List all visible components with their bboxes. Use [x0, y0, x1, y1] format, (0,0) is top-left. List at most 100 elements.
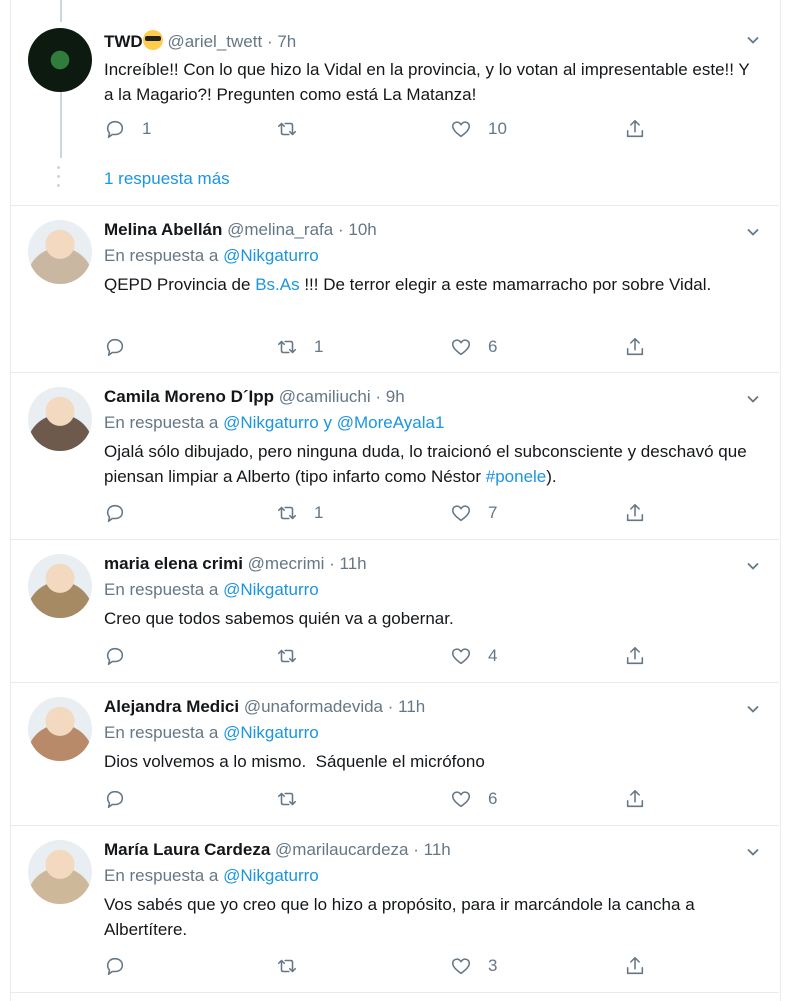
thread-dots: [57, 166, 60, 193]
reply-context: En respuesta a @Nikgaturro y @MoreAyala1: [104, 413, 444, 433]
display-name[interactable]: TWD: [104, 32, 143, 51]
retweet-icon: [277, 792, 297, 806]
reply-context-conjunction: y: [323, 413, 337, 432]
retweet-button[interactable]: 1: [276, 502, 323, 524]
share-button[interactable]: [624, 118, 646, 140]
share-button[interactable]: [624, 645, 646, 667]
mention-link[interactable]: @Nikgaturro: [223, 866, 319, 885]
reply-context: En respuesta a @Nikgaturro: [104, 580, 319, 600]
chevron-down-icon[interactable]: [745, 32, 761, 48]
reply-button[interactable]: [104, 645, 142, 667]
timestamp[interactable]: 11h: [340, 554, 367, 573]
chevron-down-icon[interactable]: [745, 701, 761, 717]
heart-icon: [451, 958, 471, 975]
tweet-divider: [10, 205, 779, 206]
chevron-down-icon[interactable]: [745, 844, 761, 860]
retweet-button[interactable]: [276, 118, 314, 140]
avatar[interactable]: [28, 28, 92, 92]
tweet-text: Ojalá sólo dibujado, pero ninguna duda, …: [104, 442, 747, 486]
like-button[interactable]: 6: [450, 788, 497, 810]
user-handle[interactable]: @camiliuchi: [279, 387, 371, 406]
show-more-replies-link[interactable]: 1 respuesta más: [104, 169, 230, 189]
display-name[interactable]: maria elena crimi: [104, 554, 243, 573]
display-name[interactable]: Camila Moreno D´Ipp: [104, 387, 274, 406]
mention-link[interactable]: @Nikgaturro: [223, 246, 319, 265]
avatar[interactable]: [28, 387, 92, 451]
reply-button[interactable]: [104, 788, 142, 810]
tweet-header: Alejandra Medici @unaformadevida · 11h: [104, 697, 425, 717]
user-handle[interactable]: @mecrimi: [248, 554, 325, 573]
reply-icon: [106, 504, 124, 523]
separator-dot: ·: [375, 387, 386, 406]
mention-link[interactable]: @Nikgaturro: [223, 580, 319, 599]
share-button[interactable]: [624, 788, 646, 810]
display-name[interactable]: Melina Abellán: [104, 220, 222, 239]
reply-context: En respuesta a @Nikgaturro: [104, 866, 319, 886]
like-button[interactable]: 3: [450, 955, 497, 977]
user-handle[interactable]: @melina_rafa: [227, 220, 333, 239]
like-button[interactable]: 4: [450, 645, 497, 667]
separator-dot: ·: [413, 840, 424, 859]
share-button[interactable]: [624, 502, 646, 524]
mention-link[interactable]: @Nikgaturro: [223, 413, 319, 432]
reply-icon: [106, 120, 124, 139]
reply-context-label: En respuesta a: [104, 866, 224, 885]
share-icon: [626, 119, 644, 138]
share-button[interactable]: [624, 336, 646, 358]
retweet-count: 1: [314, 337, 324, 356]
heart-icon: [451, 339, 471, 356]
avatar[interactable]: [28, 220, 92, 284]
retweet-icon: [277, 122, 297, 136]
reply-button[interactable]: [104, 955, 142, 977]
reply-button[interactable]: [104, 336, 142, 358]
chevron-down-icon[interactable]: [745, 224, 761, 240]
reply-count: 1: [142, 119, 152, 138]
user-handle[interactable]: @ariel_twett: [167, 32, 262, 51]
reply-icon: [106, 790, 124, 809]
display-name[interactable]: María Laura Cardeza: [104, 840, 270, 859]
timestamp[interactable]: 9h: [386, 387, 405, 406]
timestamp[interactable]: 10h: [348, 220, 376, 239]
thread-connector-line: [60, 88, 62, 158]
retweet-button[interactable]: 1: [276, 336, 323, 358]
timestamp[interactable]: 11h: [398, 697, 425, 716]
tweet-text: Increíble!! Con lo que hizo la Vidal en …: [104, 60, 750, 104]
reply-button[interactable]: [104, 502, 142, 524]
tweet-divider: [10, 372, 779, 373]
tweet-text: Dios volvemos a lo mismo. Sáquenle el mi…: [104, 752, 485, 771]
heart-icon: [451, 791, 471, 808]
avatar[interactable]: [28, 697, 92, 761]
like-button[interactable]: 6: [450, 336, 497, 358]
timestamp[interactable]: 7h: [277, 32, 296, 51]
separator-dot: ·: [387, 697, 399, 716]
avatar[interactable]: [28, 840, 92, 904]
reply-context: En respuesta a @Nikgaturro: [104, 246, 319, 266]
user-handle[interactable]: @marilaucardeza: [275, 840, 408, 859]
tweet-actions: 3: [104, 955, 664, 979]
separator-dot: ·: [329, 554, 340, 573]
retweet-button[interactable]: [276, 645, 314, 667]
like-count: 6: [488, 337, 498, 356]
mention-link[interactable]: @MoreAyala1: [337, 413, 445, 432]
like-button[interactable]: 10: [450, 118, 507, 140]
chevron-down-icon[interactable]: [745, 558, 761, 574]
display-name[interactable]: Alejandra Medici: [104, 697, 239, 716]
like-button[interactable]: 7: [450, 502, 497, 524]
reply-button[interactable]: 1: [104, 118, 151, 140]
retweet-button[interactable]: [276, 788, 314, 810]
user-handle[interactable]: @unaformadevida: [244, 697, 383, 716]
share-button[interactable]: [624, 955, 646, 977]
separator-dot: ·: [266, 32, 278, 51]
share-icon: [626, 337, 644, 356]
chevron-down-icon[interactable]: [745, 391, 761, 407]
tweet-header: Camila Moreno D´Ipp @camiliuchi · 9h: [104, 387, 405, 407]
reply-context-label: En respuesta a: [104, 413, 224, 432]
share-icon: [626, 646, 644, 665]
avatar[interactable]: [28, 554, 92, 618]
timestamp[interactable]: 11h: [424, 840, 451, 859]
separator-dot: ·: [337, 220, 349, 239]
share-icon: [626, 956, 644, 975]
tweet-text: QEPD Provincia de Bs.As !!! De terror el…: [104, 275, 712, 294]
retweet-button[interactable]: [276, 955, 314, 977]
mention-link[interactable]: @Nikgaturro: [223, 723, 319, 742]
